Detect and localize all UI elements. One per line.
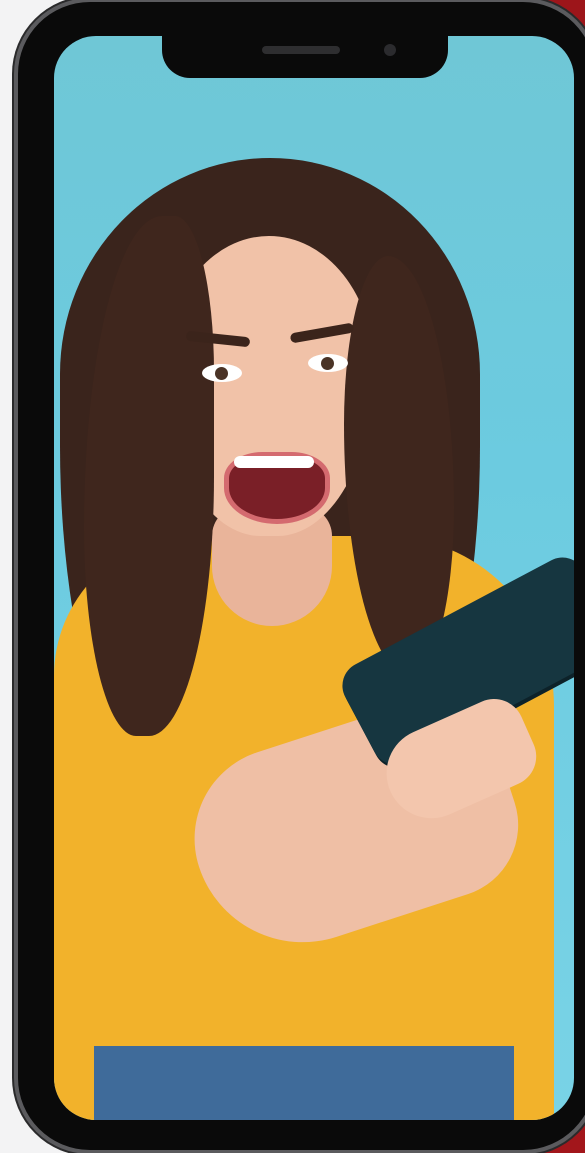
left-eye (202, 364, 242, 382)
phone-frame (18, 2, 585, 1150)
speaker-grille-icon (262, 46, 340, 54)
front-camera-icon (384, 44, 396, 56)
phone-notch (162, 36, 448, 78)
right-eye (308, 354, 348, 372)
hero-image (0, 0, 585, 1153)
phone-screen (54, 36, 574, 1120)
teeth (234, 456, 314, 468)
jeans (94, 1046, 514, 1120)
